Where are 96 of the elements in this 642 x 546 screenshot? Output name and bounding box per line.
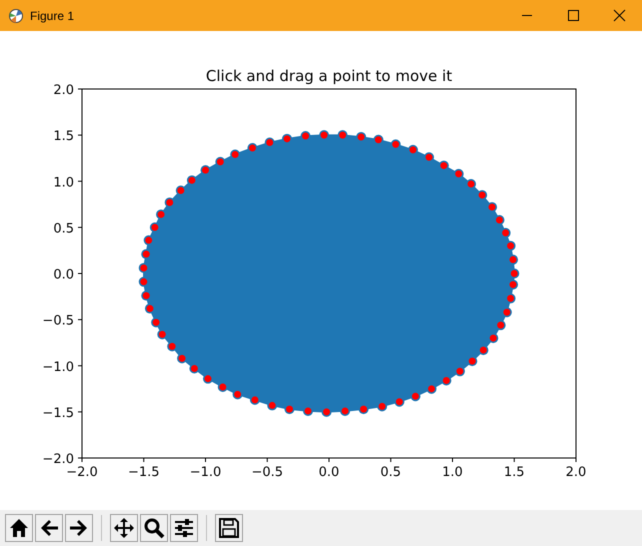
data-point[interactable] <box>322 406 332 417</box>
data-point[interactable] <box>340 406 350 416</box>
data-point[interactable] <box>373 134 384 145</box>
data-point[interactable] <box>151 317 162 328</box>
tick-label: 0.5 <box>380 465 402 480</box>
back-button[interactable] <box>35 514 63 542</box>
data-point[interactable] <box>467 356 478 366</box>
data-point[interactable] <box>167 341 178 352</box>
tick-label: −1.0 <box>190 465 222 480</box>
tick-label: −1.5 <box>128 465 160 480</box>
save-button[interactable] <box>215 514 243 542</box>
data-point[interactable] <box>284 404 294 414</box>
data-point[interactable] <box>215 156 226 167</box>
data-point[interactable] <box>319 130 330 140</box>
data-point[interactable] <box>478 345 488 356</box>
tick-label: 1.0 <box>442 465 463 480</box>
data-point[interactable] <box>300 131 311 142</box>
data-point[interactable] <box>454 366 465 376</box>
configure-button[interactable] <box>170 514 198 542</box>
data-point[interactable] <box>247 143 258 154</box>
forward-button[interactable] <box>65 514 93 542</box>
data-point[interactable] <box>189 364 200 374</box>
data-point[interactable] <box>466 179 476 190</box>
data-point[interactable] <box>303 406 313 416</box>
data-point[interactable] <box>356 132 366 142</box>
data-point[interactable] <box>186 175 197 186</box>
data-point[interactable] <box>177 353 188 364</box>
data-point[interactable] <box>454 168 464 179</box>
tick-label: 1.0 <box>53 175 74 190</box>
data-point[interactable] <box>150 222 160 232</box>
data-point[interactable] <box>509 268 520 278</box>
data-point[interactable] <box>441 376 452 386</box>
data-point[interactable] <box>232 389 243 400</box>
data-point[interactable] <box>250 394 260 405</box>
data-point[interactable] <box>500 228 511 238</box>
home-button[interactable] <box>5 514 33 542</box>
data-point[interactable] <box>377 401 388 412</box>
data-point[interactable] <box>358 404 369 414</box>
data-point[interactable] <box>390 139 401 150</box>
tick-label: 0.0 <box>53 268 74 282</box>
data-point[interactable] <box>138 276 149 287</box>
data-point[interactable] <box>144 304 155 314</box>
tick-label: 0.5 <box>53 221 74 236</box>
data-point[interactable] <box>264 138 275 148</box>
chart-title: Click and drag a point to move it <box>206 67 452 85</box>
data-point[interactable] <box>157 329 168 340</box>
tick-label: 2.0 <box>566 465 586 480</box>
data-point[interactable] <box>141 249 152 260</box>
data-point[interactable] <box>506 293 516 304</box>
data-point[interactable] <box>141 290 152 301</box>
tick-label: −0.5 <box>251 465 284 480</box>
data-point[interactable] <box>508 280 518 290</box>
right-arrow-icon <box>68 517 90 539</box>
data-point[interactable] <box>410 391 420 402</box>
home-icon <box>8 517 30 539</box>
pan-button[interactable] <box>110 514 138 542</box>
data-point[interactable] <box>487 202 498 212</box>
data-point[interactable] <box>394 396 404 407</box>
data-point[interactable] <box>477 190 488 200</box>
data-point[interactable] <box>282 134 292 144</box>
tick-label: 0.0 <box>318 465 340 480</box>
zoom-button[interactable] <box>140 514 168 542</box>
data-point[interactable] <box>488 333 498 344</box>
data-point[interactable] <box>408 144 418 155</box>
data-point[interactable] <box>202 374 213 384</box>
data-point[interactable] <box>424 152 434 162</box>
tick-label: −2.0 <box>66 465 98 480</box>
data-point[interactable] <box>200 165 210 176</box>
tick-label: −2.0 <box>42 452 74 467</box>
data-point[interactable] <box>218 382 228 392</box>
tick-label: 1.5 <box>53 129 74 144</box>
data-point[interactable] <box>496 320 506 330</box>
tick-label: −0.5 <box>42 314 74 329</box>
search-icon <box>143 517 165 539</box>
data-point[interactable] <box>230 150 240 160</box>
data-point[interactable] <box>176 185 186 196</box>
tick-label: −1.0 <box>42 360 74 375</box>
tick-label: −1.5 <box>42 406 74 421</box>
data-point[interactable] <box>502 307 512 318</box>
data-point[interactable] <box>164 197 175 208</box>
data-point[interactable] <box>138 262 149 273</box>
data-point[interactable] <box>438 160 449 171</box>
data-point[interactable] <box>144 235 154 246</box>
data-point[interactable] <box>494 215 504 225</box>
data-point[interactable] <box>426 384 436 394</box>
sliders-icon <box>173 517 195 539</box>
window-title: Figure 1 <box>30 8 74 22</box>
tick-label: 2.0 <box>53 83 74 98</box>
data-point[interactable] <box>506 240 516 251</box>
data-point[interactable] <box>338 130 348 140</box>
data-point[interactable] <box>156 209 166 220</box>
move-arrows-icon <box>113 517 135 539</box>
app-icon <box>8 8 24 24</box>
data-point[interactable] <box>267 400 278 410</box>
data-point[interactable] <box>508 254 518 265</box>
tick-label: 1.5 <box>504 465 525 480</box>
